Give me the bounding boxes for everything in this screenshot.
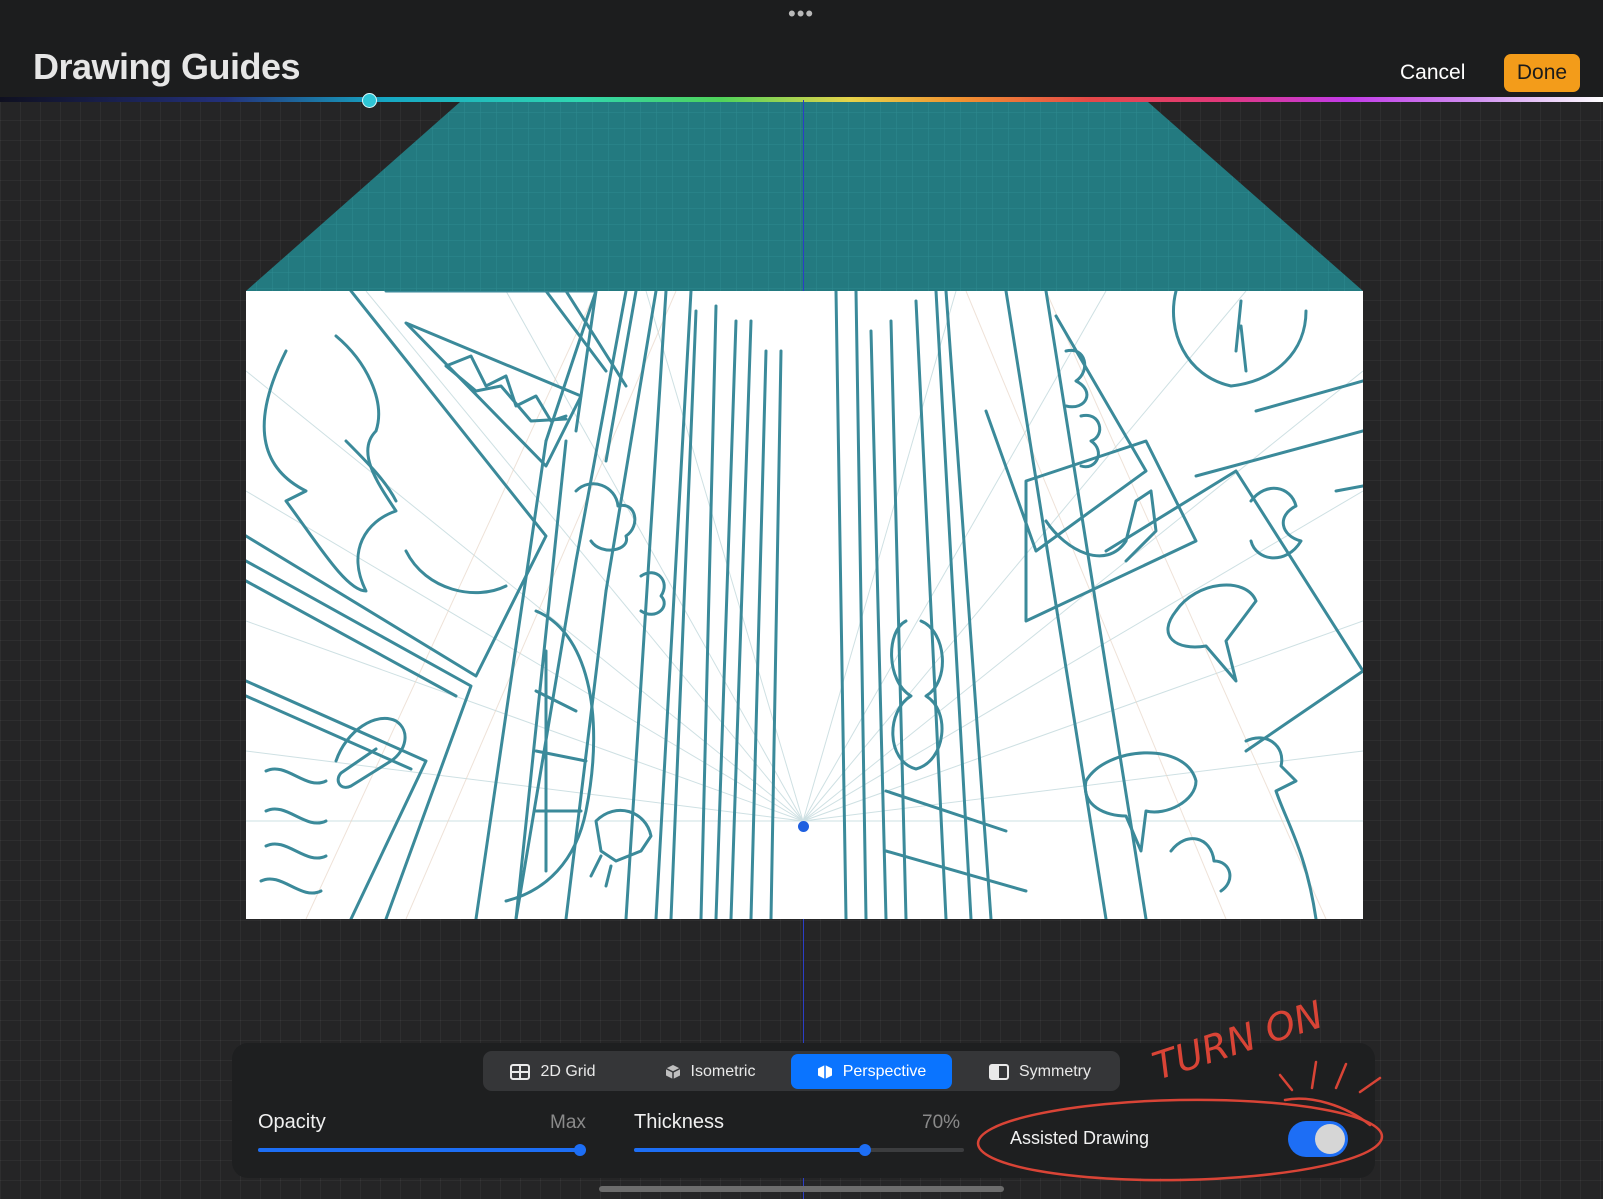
home-indicator	[599, 1186, 1004, 1192]
handwritten-annotation: TURN ON	[976, 992, 1384, 1182]
annotation-text: TURN ON	[1147, 992, 1328, 1088]
